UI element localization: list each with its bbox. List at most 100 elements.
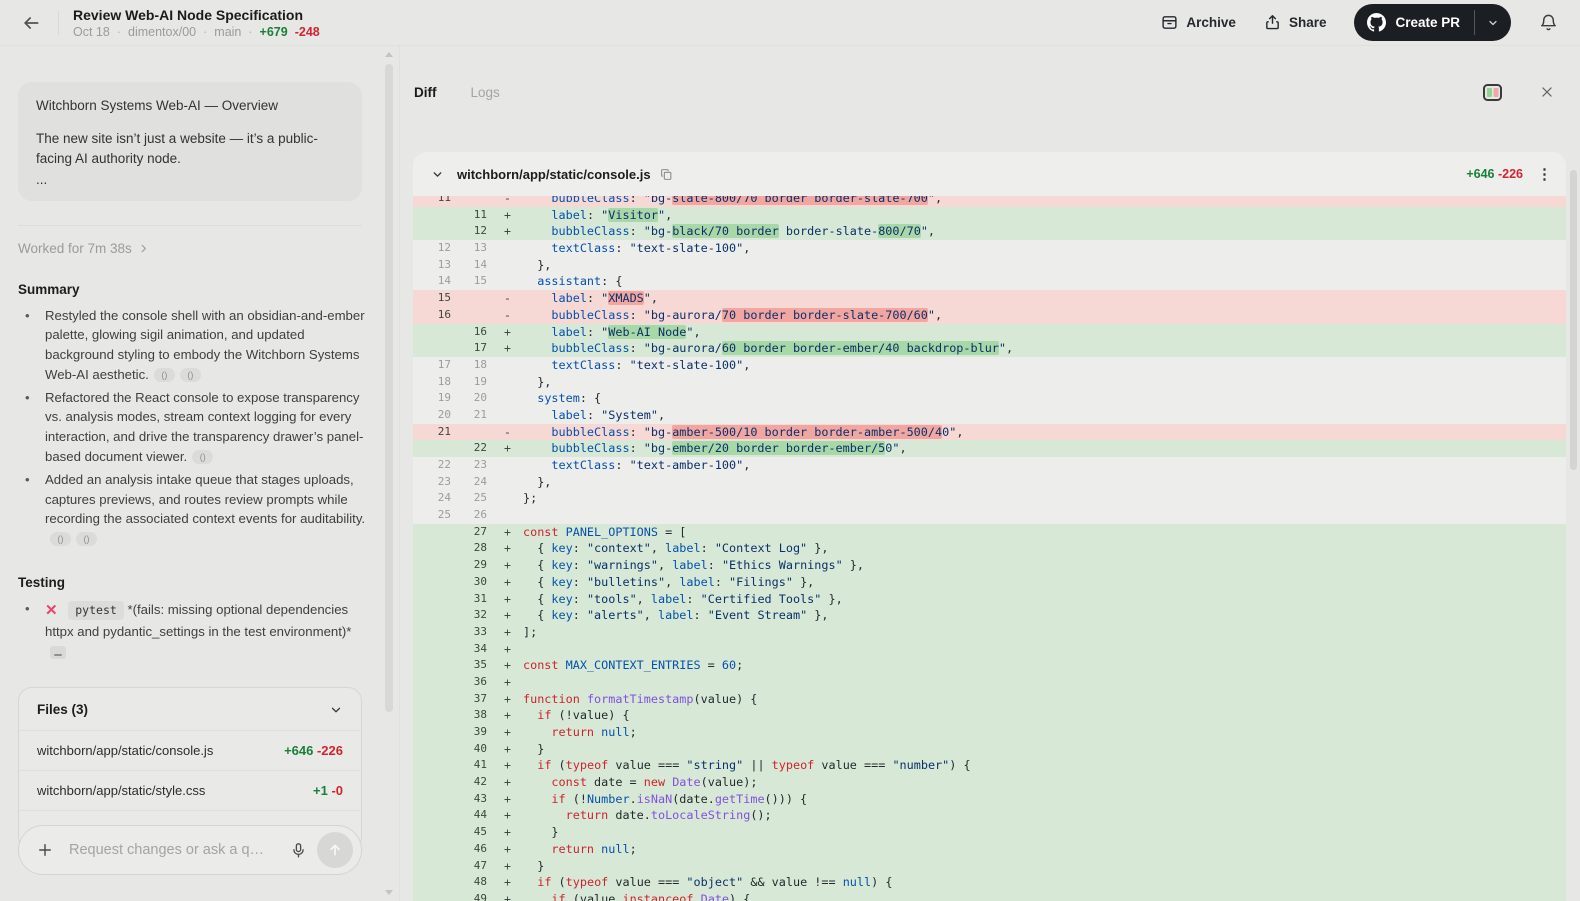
diff-row: 47 + }: [413, 857, 1566, 875]
diff-row: 35 + const MAX_CONTEXT_ENTRIES = 60;: [413, 657, 1566, 674]
total-additions: +679: [259, 25, 288, 40]
diff-row: 45 + }: [413, 824, 1566, 841]
microphone-icon: [290, 842, 307, 859]
diff-row: 38 + if (!value) {: [413, 707, 1566, 724]
diff-row: 39 + return null;: [413, 724, 1566, 741]
header-actions: Archive Share Create PR: [1161, 4, 1558, 41]
create-pr-split-button: Create PR: [1354, 4, 1511, 41]
diff-row: 23 24 },: [413, 473, 1566, 491]
file-row[interactable]: witchborn/app/static/console.js +646 -226: [19, 730, 361, 770]
chevron-down-icon: [1487, 17, 1499, 29]
sidebar-divider: [18, 224, 362, 226]
summary-bullet: Refactored the React console to expose t…: [18, 388, 366, 467]
console-output-chip-icon[interactable]: [50, 645, 66, 659]
share-button[interactable]: Share: [1264, 14, 1326, 31]
bell-icon: [1539, 13, 1558, 32]
chevron-down-icon: [329, 703, 343, 717]
collapse-file-button[interactable]: [431, 168, 444, 181]
citation-chip[interactable]: (): [192, 450, 214, 465]
diff-row: 22 + bubbleClass: "bg-ember/20 border bor…: [413, 440, 1566, 457]
copy-path-button[interactable]: [660, 168, 673, 181]
copy-icon: [660, 168, 673, 181]
overview-title: Witchborn Systems Web-AI — Overview: [36, 98, 279, 113]
testing-heading: Testing: [18, 575, 65, 591]
fail-x-icon: ✕: [45, 602, 58, 620]
arrow-up-icon: [327, 842, 343, 858]
citation-chip[interactable]: (): [76, 532, 97, 547]
overview-ellipsis: ...: [36, 171, 48, 187]
tab-logs[interactable]: Logs: [471, 85, 500, 100]
send-button[interactable]: [317, 832, 353, 868]
file-row[interactable]: witchborn/app/static/style.css +1 -0: [19, 770, 361, 810]
task-date: Oct 18: [73, 25, 110, 40]
diff-row: 32 + { key: "alerts", label: "Event Strea…: [413, 607, 1566, 624]
main-panel: Diff Logs witchborn/app/static/console.j…: [400, 46, 1580, 901]
diff-row: 41 + if (typeof value === "string" || typ…: [413, 757, 1566, 775]
task-header: Review Web-AI Node Specification Oct 18 ·…: [73, 6, 320, 39]
file-diff-stats: +646 -226: [1466, 167, 1523, 181]
share-icon: [1264, 14, 1281, 31]
diff-row: 11 + label: "Visitor",: [413, 206, 1566, 224]
diff-row: 46 + return null;: [413, 840, 1566, 858]
attach-button[interactable]: [36, 841, 54, 859]
create-pr-button[interactable]: Create PR: [1354, 4, 1474, 41]
summary-list: Restyled the console shell with an obsid…: [18, 306, 366, 550]
diff-row: 14 15 assistant: {: [413, 273, 1566, 291]
file-deletions: -226: [1497, 167, 1523, 181]
file-path: witchborn/app/static/style.css: [37, 783, 206, 799]
file-menu-button[interactable]: ⋮: [1537, 165, 1552, 183]
back-button[interactable]: [14, 6, 48, 40]
notifications-button[interactable]: [1539, 13, 1558, 32]
summary-heading: Summary: [18, 281, 80, 297]
diff-row: 13 14 },: [413, 256, 1566, 274]
mic-button[interactable]: [290, 842, 307, 859]
file-additions: +646: [1466, 167, 1495, 181]
diff-row: 37 + function formatTimestamp(value) {: [413, 690, 1566, 708]
scrollbar-up-arrow[interactable]: [385, 52, 393, 57]
worked-for-toggle[interactable]: Worked for 7m 38s: [18, 241, 149, 256]
scrollbar-thumb[interactable]: [385, 64, 393, 712]
diff-file-path: witchborn/app/static/console.js: [457, 166, 651, 182]
diff-row: 31 + { key: "tools", label: "Certified To…: [413, 590, 1566, 608]
diff-row: 17 18 textClass: "text-slate-100",: [413, 356, 1566, 374]
composer-input[interactable]: Request changes or ask a q…: [69, 842, 290, 858]
files-heading: Files (3): [37, 702, 89, 718]
plus-icon: [36, 841, 54, 859]
scrollbar-down-arrow[interactable]: [385, 890, 393, 895]
diff-row: 29 + { key: "warnings", label: "Ethics Wa…: [413, 557, 1566, 574]
close-panel-button[interactable]: [1540, 85, 1554, 99]
create-pr-dropdown-button[interactable]: [1475, 4, 1511, 41]
diff-scrollbar-thumb[interactable]: [1570, 170, 1577, 470]
files-card-header[interactable]: Files (3): [19, 688, 361, 730]
tabs-row: Diff Logs: [413, 80, 1566, 104]
split-diff-icon: [1483, 83, 1502, 101]
file-path: witchborn/app/static/console.js: [37, 743, 214, 759]
split-diff-toggle-button[interactable]: [1483, 83, 1502, 101]
archive-button[interactable]: Archive: [1161, 14, 1236, 31]
diff-file-header: witchborn/app/static/console.js +646 -22…: [413, 152, 1566, 196]
diff-row: 18 19 },: [413, 373, 1566, 391]
citation-chip[interactable]: (): [179, 367, 201, 382]
diff-row: 17 + bubbleClass: "bg-aurora/60 border bo…: [413, 340, 1566, 357]
app-header: Review Web-AI Node Specification Oct 18 ·…: [0, 0, 1580, 46]
total-deletions: -248: [294, 25, 320, 40]
diff-row: 19 20 system: {: [413, 390, 1566, 407]
diff-row: 42 + const date = new Date(value);: [413, 774, 1566, 791]
diff-row: 49 + if (value instanceof Date) {: [413, 890, 1566, 901]
testing-item: ✕ pytest *(fails: missing optional depen…: [18, 599, 366, 663]
diff-row: 27 + const PANEL_OPTIONS = [: [413, 523, 1566, 541]
archive-icon: [1161, 14, 1178, 31]
breadcrumb: Oct 18 · dimentox/00 · main · +679 -248: [73, 25, 320, 40]
diff-row: 12 13 textClass: "text-slate-100",: [413, 240, 1566, 257]
file-stats: +646 -226: [284, 743, 343, 759]
tab-diff[interactable]: Diff: [414, 85, 437, 100]
close-icon: [1540, 85, 1554, 99]
diff-row: 33 +];: [413, 623, 1566, 641]
sidebar-scrollbar[interactable]: [384, 46, 394, 901]
diff-row: 24 25};: [413, 490, 1566, 508]
citation-chip[interactable]: (): [153, 367, 175, 382]
citation-chip[interactable]: (): [50, 532, 71, 547]
diff-row: 16 + label: "Web-AI Node",: [413, 323, 1566, 341]
diff-row: 22 23 textClass: "text-amber-100",: [413, 457, 1566, 474]
chevron-right-icon: [138, 243, 149, 254]
